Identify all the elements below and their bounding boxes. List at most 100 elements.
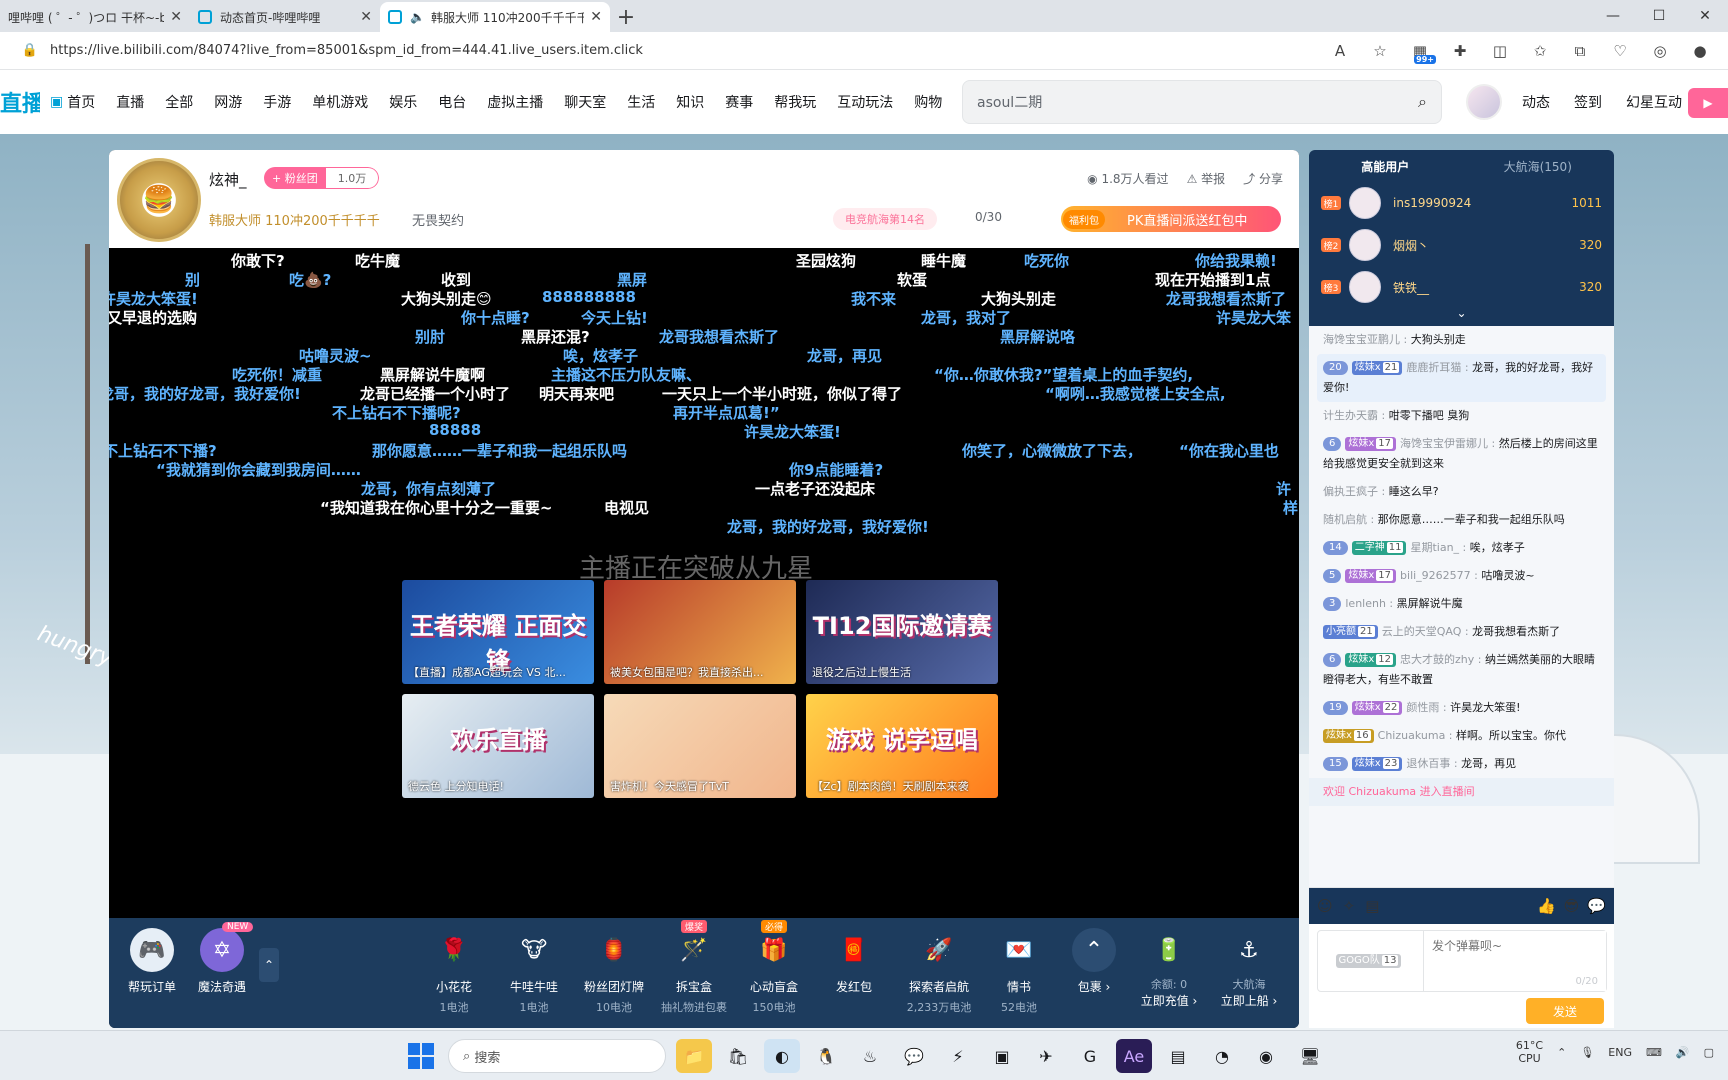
danmaku-comment[interactable]: 一点老子还没起床 [755, 478, 875, 499]
firefox-icon[interactable]: ◔ [1204, 1039, 1240, 1073]
nav-item-mobile-games[interactable]: 手游 [263, 92, 291, 112]
favorites-icon[interactable]: ✩ [1520, 36, 1560, 66]
danmaku-comment[interactable]: “我知道我在你心里十分之一重要~ [320, 497, 552, 518]
package-button[interactable]: ⌃ 包裹 › [1059, 928, 1129, 995]
chat-list[interactable]: 海馋宝宝亚鹏儿 : 大狗头别走 20 炫妹x 21 鹿鹿折耳猫 : 龙哥，我的好龙哥，我… [1309, 326, 1614, 887]
chat-message[interactable]: 15 炫妹x 23 退休百事 : 龙哥，再见 [1309, 750, 1614, 778]
danmaku-comment[interactable]: 888888888 [542, 288, 636, 306]
chat-user-name[interactable]: bili_9262577 [1400, 569, 1471, 582]
danmaku-comment[interactable]: 吃死你 [1024, 250, 1069, 271]
chat-user-name[interactable]: Chizuakuma [1378, 729, 1446, 742]
room-category[interactable]: 无畏契约 [412, 210, 464, 229]
recommend-card[interactable]: 被美女包围是吧？我直接杀出... [604, 580, 796, 684]
gift-item[interactable]: 必得 🎁 心动盲盒 150电池 [739, 920, 809, 1015]
expand-up-icon[interactable]: ⌃ [259, 948, 279, 982]
url-field[interactable]: https://live.bilibili.com/84074?live_fro… [50, 43, 1320, 58]
danmaku-comment[interactable]: 吃死你！减重 [232, 364, 322, 385]
nav-item-radio[interactable]: 电台 [438, 92, 466, 112]
chat-user-name[interactable]: 偏执王疯子 [1323, 485, 1378, 498]
chat-user-name[interactable]: 忠大才鼓的zhy [1400, 653, 1474, 666]
danmaku-comment[interactable]: 龙哥我想看杰斯了 [659, 326, 779, 347]
danmaku-comment[interactable]: 吃牛魔 [355, 250, 400, 271]
gift-item[interactable]: 🌹 小花花 1电池 [419, 928, 489, 1015]
gift-item[interactable]: 🧧 发红包 [819, 928, 889, 999]
gift-help-play-order[interactable]: 🎮 帮玩订单 [117, 928, 187, 995]
nav-item-chatroom[interactable]: 聊天室 [564, 92, 606, 112]
nav-item-shopping[interactable]: 购物 [914, 92, 942, 112]
chat-user-name[interactable]: lenlenh [1345, 597, 1386, 610]
danmaku-comment[interactable]: 大狗头别走😊 [401, 288, 492, 309]
danmaku-comment[interactable]: “你…你敢休我?”望着桌上的血手契约, [934, 364, 1193, 385]
chat-message[interactable]: 6 炫妹x 12 忠大才鼓的zhy : 纳兰嫣然美丽的大眼睛瞪得老大，有些不敢置 [1309, 646, 1614, 694]
danmaku-comment[interactable]: 你敢下? [231, 250, 285, 271]
split-screen-icon[interactable]: ◫ [1480, 36, 1520, 66]
nav-checkin[interactable]: 签到 [1574, 92, 1602, 112]
remote-desktop-icon[interactable]: 🖥 [1292, 1039, 1328, 1073]
danmaku-comment[interactable]: 龙哥，我的好龙哥，我好爱你! [109, 383, 301, 404]
nav-item-help-play[interactable]: 帮我玩 [774, 92, 816, 112]
danmaku-comment[interactable]: 再开半点瓜葛!” [673, 402, 780, 423]
danmaku-comment[interactable]: 许昊龙大笨蛋! [744, 421, 841, 442]
danmaku-comment[interactable]: 龙哥，我的好龙哥，我好爱你! [727, 516, 929, 537]
chat-message[interactable]: 小亮额 21 云上的天堂QAQ : 龙哥我想看杰斯了 [1309, 618, 1614, 646]
nav-item-online-games[interactable]: 网游 [214, 92, 242, 112]
store-icon[interactable]: 🛍 [720, 1039, 756, 1073]
danmaku-comment[interactable]: 你给我果赖! [1195, 250, 1277, 271]
card-icon[interactable]: ▤ [1365, 897, 1379, 915]
read-aloud-icon[interactable]: A [1320, 36, 1360, 66]
chat-user-name[interactable]: 云上的天堂QAQ [1382, 625, 1462, 638]
recommend-card[interactable]: 王者荣耀 正面交锋 【直播】成都AG超玩会 VS 北... [402, 580, 594, 684]
performance-icon[interactable]: ♡ [1600, 36, 1640, 66]
obs-icon[interactable]: ◉ [1248, 1039, 1284, 1073]
rank-row[interactable]: 榜2 烟烟丶 320 [1309, 224, 1614, 266]
rank-row[interactable]: 榜1 ins19990924 1011 [1309, 182, 1614, 224]
fan-club-button[interactable]: + 粉丝团 1.0万 [264, 167, 380, 189]
danmaku-comment[interactable]: 你9点能睡着? [789, 459, 883, 480]
bilibili-live-icon[interactable]: ▤ [1160, 1039, 1196, 1073]
copilot-icon[interactable]: ◎ [1640, 36, 1680, 66]
nav-item-entertainment[interactable]: 娱乐 [389, 92, 417, 112]
chat-user-name[interactable]: 海馋宝宝伊雷娜儿 [1400, 437, 1488, 450]
recommend-card[interactable]: 害炸机！今天感冒了TvT [604, 694, 796, 798]
danmaku-comment[interactable]: 样 [1283, 497, 1298, 518]
chat-message[interactable]: 19 炫妹x 22 颜性雨 : 许昊龙大笨蛋! [1309, 694, 1614, 722]
close-tab-icon[interactable]: ✕ [170, 9, 182, 25]
search-icon[interactable]: ⌕ [1418, 92, 1427, 112]
recommend-card[interactable]: 欢乐直播 德云色 上分知电话! [402, 694, 594, 798]
bilibili-icon[interactable]: ▣ [984, 1039, 1020, 1073]
close-window-icon[interactable]: ✕ [1682, 0, 1728, 32]
danmaku-comment[interactable]: 明天再来吧 [539, 383, 614, 404]
chat-user-name[interactable]: 鹿鹿折耳猫 [1406, 361, 1461, 374]
danmaku-comment[interactable]: 又早退的选购 [109, 307, 197, 328]
new-tab-button[interactable]: + [610, 2, 642, 32]
folder-icon[interactable]: 📁 [676, 1039, 712, 1073]
start-live-button[interactable]: ▶ [1688, 88, 1728, 118]
chat-message[interactable]: 随机启航 : 那你愿意……一辈子和我一起组乐队吗 [1309, 506, 1614, 534]
danmaku-comment[interactable]: 今天上钻! [581, 307, 648, 328]
thumbs-up-icon[interactable]: 👍 [1537, 897, 1556, 915]
danmaku-comment[interactable]: 吃💩? [289, 269, 331, 290]
chevron-up-icon[interactable]: ⌃ [1557, 1046, 1566, 1059]
danmaku-comment[interactable]: 收到 [441, 269, 471, 290]
chat-message[interactable]: 14 二字神 11 星期tian_ : 唉，炫孝子 [1309, 534, 1614, 562]
nav-item-all[interactable]: 全部 [165, 92, 193, 112]
danmaku-comment[interactable]: 别肘 [415, 326, 445, 347]
extension-icon[interactable]: ▦ 99+ [1400, 36, 1440, 66]
medal-selector[interactable]: GOGO队 13 [1318, 931, 1424, 991]
wechat-icon[interactable]: 💬 [896, 1039, 932, 1073]
user-avatar[interactable] [1466, 84, 1502, 120]
danmaku-comment[interactable]: 咕噜灵波~ [299, 345, 372, 366]
chat-message[interactable]: 海馋宝宝亚鹏儿 : 大狗头别走 [1309, 326, 1614, 354]
browser-tab-2[interactable]: 动态首页-哔哩哔哩 ✕ [190, 2, 380, 32]
nav-item-interactive[interactable]: 互动玩法 [837, 92, 893, 112]
danmaku-comment[interactable]: 睡牛魔 [921, 250, 966, 271]
danmaku-comment[interactable]: 龙哥，我对了 [921, 307, 1011, 328]
danmaku-comment[interactable]: 黑屏解说咯 [1000, 326, 1075, 347]
pk-banner[interactable]: 福利包 PK直播间派送红包中 [1061, 206, 1281, 232]
collections-icon[interactable]: ⧉ [1560, 36, 1600, 66]
close-tab-icon[interactable]: ✕ [590, 9, 602, 25]
after-effects-icon[interactable]: Ae [1116, 1039, 1152, 1073]
danmaku-comment[interactable]: 电视见 [604, 497, 649, 518]
speaker-icon[interactable]: 🔈 [410, 10, 425, 24]
danmaku-comment[interactable]: 你十点睡? [461, 307, 530, 328]
